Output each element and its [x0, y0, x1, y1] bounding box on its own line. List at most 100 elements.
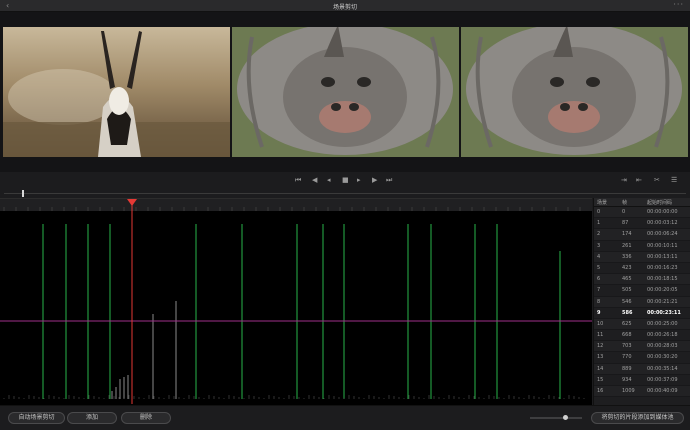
cut-frame: 1009 — [622, 388, 635, 394]
cut-list-row[interactable]: 3 261 00:00:10:11 — [594, 241, 690, 252]
jump-end-icon[interactable]: ⏭ — [386, 176, 392, 185]
play-icon[interactable]: ▸ — [357, 176, 361, 184]
cut-frame: 703 — [622, 343, 632, 350]
cut-list: 场景 帧 起始时间码 0 0 00:00:00:00 1 87 00:00:03:12 2 1… — [593, 198, 690, 405]
cut-frame: 261 — [622, 242, 632, 249]
zoom-slider-thumb[interactable] — [563, 415, 568, 420]
cut-start: 00:00:03:12 — [647, 220, 678, 227]
cut-index: 9 — [597, 309, 601, 316]
cut-list-row[interactable]: 4 336 00:00:13:11 — [594, 251, 690, 263]
window-title: 场景剪切 — [332, 4, 357, 11]
add-button[interactable]: 添加 — [67, 412, 117, 424]
cut-icon[interactable]: ✂ — [654, 176, 660, 184]
cut-frame: 934 — [622, 376, 632, 383]
cut-start: 00:00:35:14 — [647, 365, 678, 372]
cut-start: 00:00:20:05 — [647, 287, 678, 294]
scrub-handle[interactable] — [22, 190, 24, 197]
cut-list-row[interactable]: 8 546 00:00:21:21 — [594, 296, 690, 308]
cut-start: 00:00:30:20 — [647, 354, 678, 361]
cut-index: 3 — [597, 242, 601, 249]
cut-start: 00:00:25:00 — [647, 320, 678, 327]
header-frame: 帧 — [622, 200, 628, 206]
cut-list-row[interactable]: 11 668 00:00:26:18 — [594, 330, 690, 342]
cut-index: 5 — [597, 264, 601, 271]
cut-frame: 889 — [622, 365, 632, 372]
cut-frame: 87 — [622, 220, 629, 227]
cut-start: 00:00:13:11 — [647, 253, 678, 260]
stop-icon[interactable]: ■ — [342, 176, 349, 184]
cut-start: 00:00:37:09 — [647, 376, 678, 383]
cut-index: 11 — [597, 332, 604, 339]
auto-scene-detect-button[interactable]: 自动场景剪切 — [8, 412, 65, 424]
cut-list-row[interactable]: 13 770 00:00:30:20 — [594, 352, 690, 364]
play-reverse-icon[interactable]: ◂ — [327, 176, 331, 184]
cut-list-row[interactable]: 2 174 00:00:06:24 — [594, 229, 690, 241]
cut-start: 00:00:06:24 — [647, 231, 678, 238]
cut-frame: 505 — [622, 287, 632, 294]
cut-start: 00:00:28:03 — [647, 343, 678, 350]
previous-frame — [3, 27, 230, 157]
header-start: 起始时间码 — [647, 200, 673, 206]
scrub-bar[interactable] — [0, 190, 690, 198]
cut-index: 2 — [597, 231, 601, 238]
cut-start: 00:00:26:18 — [647, 332, 678, 339]
cut-frame: 770 — [622, 354, 632, 361]
prev-cut-icon[interactable]: ⇤ — [636, 176, 642, 184]
transport-bar: ⏮ ◀ ◂ ■ ▸ ▶ ⏭ ⇥ ⇤ ✂ ☰ — [0, 172, 690, 190]
cut-start: 00:00:40:09 — [647, 388, 678, 394]
cut-list-row[interactable]: 14 889 00:00:35:14 — [594, 363, 690, 375]
cut-index: 8 — [597, 298, 601, 305]
cut-frame: 586 — [622, 309, 633, 316]
scene-detection-graph[interactable] — [0, 198, 592, 405]
cut-frame: 174 — [622, 231, 632, 238]
cut-list-row[interactable]: 1 87 00:00:03:12 — [594, 218, 690, 230]
next-cut-icon[interactable]: ⇥ — [621, 176, 627, 184]
delete-button[interactable]: 删除 — [121, 412, 171, 424]
next-frame — [461, 27, 688, 157]
jump-start-icon[interactable]: ⏮ — [295, 176, 301, 185]
cut-start: 00:00:23:11 — [647, 309, 681, 316]
cut-index: 0 — [597, 209, 601, 215]
more-icon[interactable]: ··· — [673, 0, 684, 9]
cut-frame: 465 — [622, 276, 632, 283]
cut-index: 16 — [597, 388, 604, 394]
cut-list-row[interactable]: 16 1009 00:00:40:09 — [594, 386, 690, 398]
cut-list-row[interactable]: 0 0 00:00:00:00 — [594, 207, 690, 219]
cut-start: 00:00:16:23 — [647, 264, 678, 271]
cut-index: 10 — [597, 320, 604, 327]
cut-start: 00:00:21:21 — [647, 298, 678, 305]
step-back-icon[interactable]: ◀ — [312, 176, 317, 184]
cut-index: 7 — [597, 287, 601, 294]
cut-start: 00:00:10:11 — [647, 242, 678, 249]
graph-ruler — [0, 199, 592, 211]
cut-start: 00:00:18:15 — [647, 276, 678, 283]
cut-frame: 668 — [622, 332, 632, 339]
current-frame — [232, 27, 459, 157]
step-forward-icon[interactable]: ▶ — [372, 176, 377, 184]
cut-list-row[interactable]: 12 703 00:00:28:03 — [594, 341, 690, 353]
cut-index: 14 — [597, 365, 604, 372]
cut-list-row[interactable]: 15 934 00:00:37:09 — [594, 375, 690, 386]
cut-list-row[interactable]: 5 423 00:00:16:23 — [594, 263, 690, 275]
cut-index: 6 — [597, 276, 601, 283]
cut-list-row[interactable]: 6 465 00:00:18:15 — [594, 274, 690, 286]
cut-index: 4 — [597, 253, 601, 260]
cut-list-row[interactable]: 7 505 00:00:20:05 — [594, 285, 690, 297]
cut-index: 15 — [597, 376, 604, 383]
cut-list-row[interactable]: 9 586 00:00:23:11 — [594, 308, 690, 319]
list-icon[interactable]: ☰ — [671, 176, 677, 184]
header-index: 场景 — [597, 200, 608, 206]
add-to-media-pool-button[interactable]: 将剪切的片段添加到媒体池 — [591, 412, 684, 424]
cut-frame: 336 — [622, 253, 632, 260]
bottom-bar: 自动场景剪切 添加 删除 将剪切的片段添加到媒体池 — [0, 405, 690, 430]
scrub-track — [4, 193, 686, 194]
viewer — [0, 12, 690, 172]
cut-list-row[interactable]: 10 625 00:00:25:00 — [594, 318, 690, 331]
cut-frame: 625 — [622, 320, 632, 327]
zoom-slider[interactable] — [530, 415, 582, 420]
cut-index: 1 — [597, 220, 601, 227]
cut-list-header: 场景 帧 起始时间码 — [594, 198, 690, 207]
cut-frame: 423 — [622, 264, 632, 271]
cut-frame: 0 — [622, 209, 626, 215]
cut-start: 00:00:00:00 — [647, 209, 678, 215]
